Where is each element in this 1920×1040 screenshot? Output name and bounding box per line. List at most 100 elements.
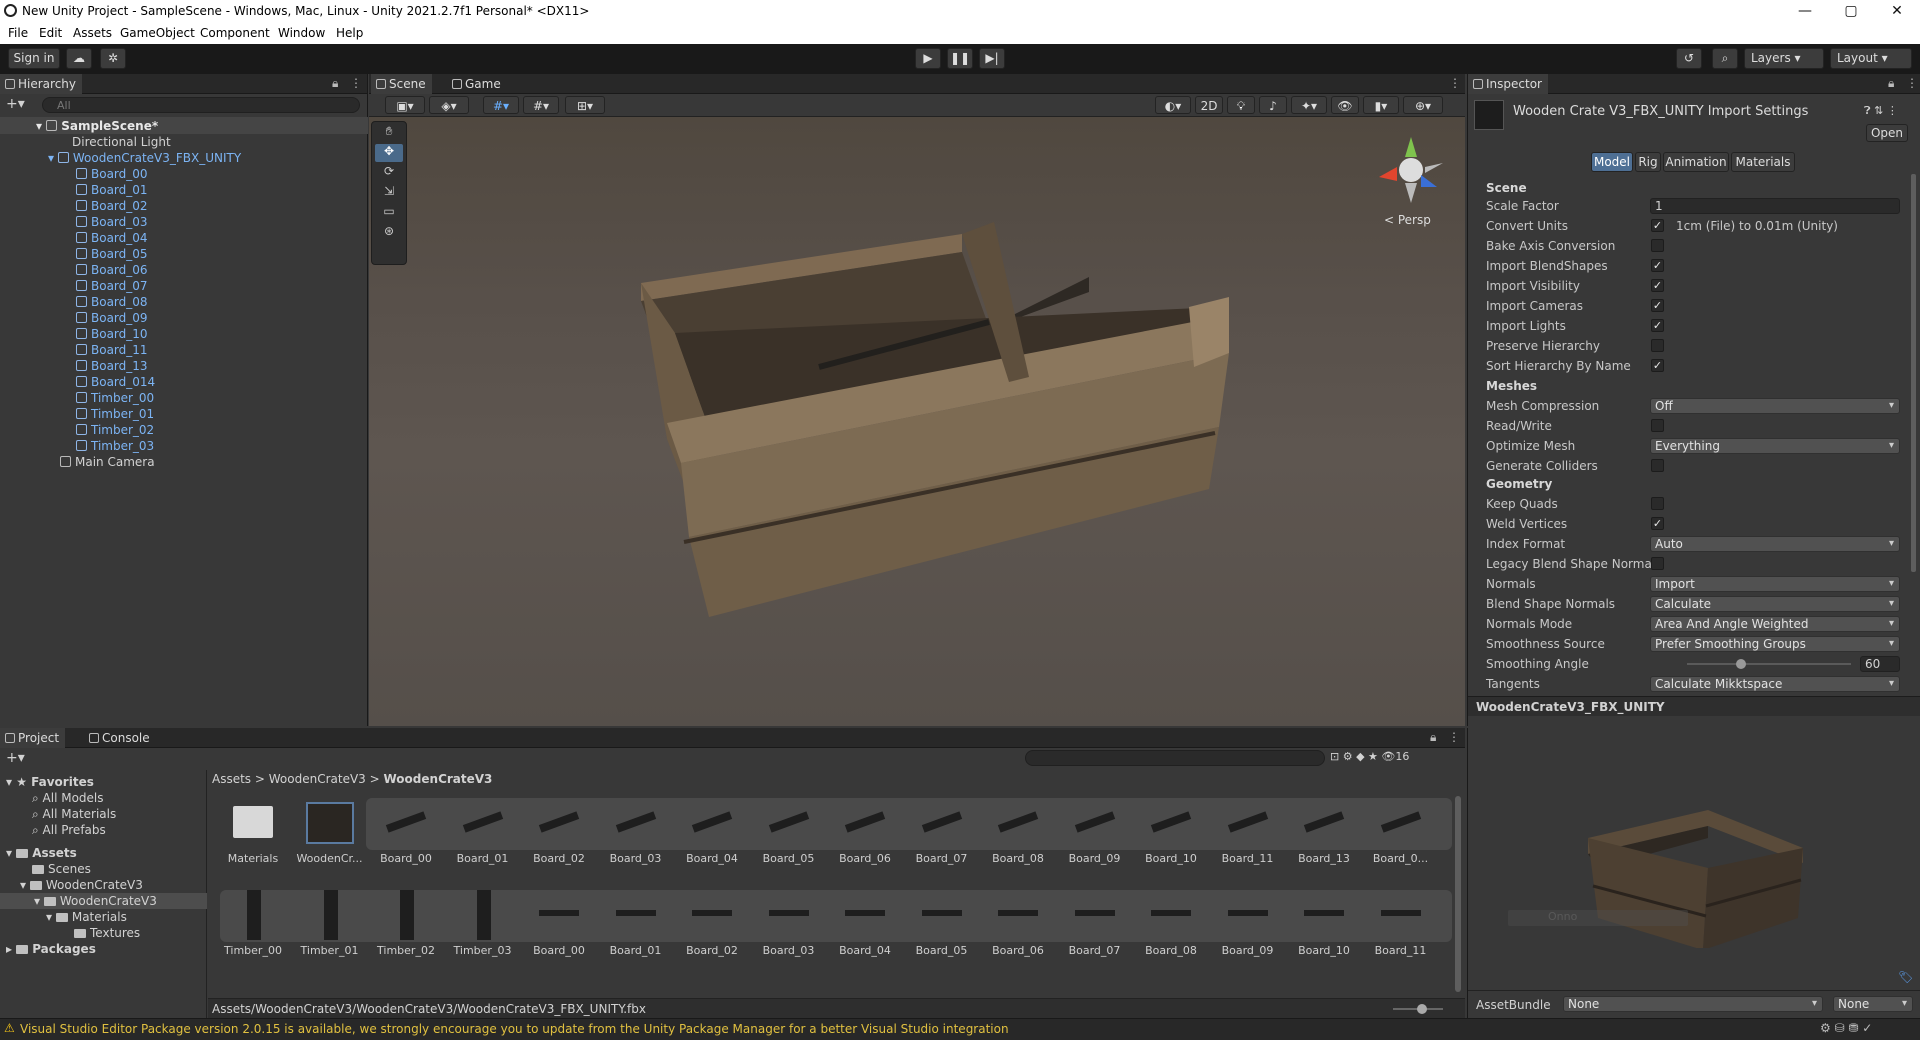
visibility-icon[interactable]: 👁︎ — [1331, 96, 1359, 114]
add-icon[interactable]: +▾ — [6, 750, 25, 766]
menu-window[interactable]: Window — [278, 26, 325, 40]
kebab-menu-icon[interactable]: ⋮ — [350, 77, 362, 89]
tab-rig[interactable]: Rig — [1635, 152, 1661, 172]
favorites-header[interactable]: ▾ ★ Favorites — [6, 774, 94, 790]
hierarchy-item[interactable]: Board_07 — [76, 278, 148, 294]
ruler-icon[interactable]: ⊞▾ — [565, 96, 605, 114]
tab-project[interactable]: Project — [0, 728, 66, 748]
tree-item[interactable]: ▾ Materials — [46, 909, 127, 925]
read-write-checkbox[interactable] — [1651, 419, 1664, 432]
weld-vertices-checkbox[interactable]: ✓ — [1651, 517, 1664, 530]
draw-mode-icon[interactable]: ▣▾ — [385, 96, 425, 114]
move-tool-icon[interactable]: ✥ — [375, 144, 403, 162]
add-icon[interactable]: +▾ — [6, 96, 25, 112]
hierarchy-item[interactable]: Board_014 — [76, 374, 155, 390]
asset-item[interactable]: Board_01 — [448, 798, 518, 865]
lock-icon[interactable]: 🔒︎ — [1430, 731, 1436, 743]
hierarchy-item[interactable]: Main Camera — [60, 454, 155, 470]
hierarchy-item[interactable]: Board_01 — [76, 182, 148, 198]
effects-icon[interactable]: ✦▾ — [1291, 96, 1327, 114]
hierarchy-item[interactable]: Board_02 — [76, 198, 148, 214]
asset-item[interactable]: Timber_00 — [218, 890, 288, 957]
menu-help[interactable]: Help — [336, 26, 363, 40]
slider-thumb[interactable] — [1417, 1004, 1427, 1014]
menu-assets[interactable]: Assets — [73, 26, 112, 40]
smoothing-angle-input[interactable]: 60 — [1860, 656, 1900, 672]
hierarchy-item[interactable]: Board_04 — [76, 230, 148, 246]
hierarchy-item[interactable]: Directional Light — [72, 134, 171, 150]
step-icon[interactable]: ▶| — [979, 48, 1005, 69]
index-format-dropdown[interactable]: Auto — [1650, 536, 1900, 552]
tab-animation[interactable]: Animation — [1663, 152, 1729, 172]
asset-item[interactable]: Board_04 — [677, 798, 747, 865]
icon-size-slider[interactable] — [1393, 1004, 1443, 1014]
kebab-menu-icon[interactable]: ⋮ — [1448, 731, 1460, 743]
bake-axis-checkbox[interactable] — [1651, 239, 1664, 252]
open-button[interactable]: Open — [1866, 124, 1908, 142]
fav-item[interactable]: ⌕ All Models — [32, 790, 104, 806]
lighting-icon[interactable]: 💡︎ — [1227, 96, 1255, 114]
import-cameras-checkbox[interactable]: ✓ — [1651, 299, 1664, 312]
snap-increment-icon[interactable]: #▾ — [523, 96, 559, 114]
normals-dropdown[interactable]: Import — [1650, 576, 1900, 592]
asset-item[interactable]: Board_0... — [1366, 798, 1436, 865]
play-icon[interactable]: ▶ — [915, 48, 941, 69]
asset-item[interactable]: WoodenCr... — [295, 798, 365, 865]
asset-item[interactable]: Board_07 — [907, 798, 977, 865]
asset-item[interactable]: Board_09 — [1060, 798, 1130, 865]
asset-item[interactable]: Materials — [218, 798, 288, 865]
hierarchy-item[interactable]: Timber_03 — [76, 438, 154, 454]
status-message[interactable]: Visual Studio Editor Package version 2.0… — [20, 1022, 1009, 1036]
slider-thumb[interactable] — [1736, 659, 1747, 669]
close-button[interactable]: ✕ — [1874, 0, 1920, 24]
assets-folder[interactable]: ▾ Assets — [6, 845, 77, 861]
generate-colliders-checkbox[interactable] — [1651, 459, 1664, 472]
legacy-blend-checkbox[interactable] — [1651, 557, 1664, 570]
tree-item[interactable]: ▾ WoodenCrateV3 — [20, 877, 143, 893]
collab-icon[interactable]: ✲ — [100, 48, 126, 69]
hierarchy-item[interactable]: Board_13 — [76, 358, 148, 374]
tab-hierarchy[interactable]: Hierarchy — [0, 74, 83, 94]
rotate-tool-icon[interactable]: ⟳ — [375, 164, 403, 182]
minimize-button[interactable]: — — [1782, 0, 1828, 24]
scene-name[interactable]: ▾ SampleScene* — [36, 118, 158, 134]
scale-factor-input[interactable]: 1 — [1650, 198, 1900, 214]
menu-edit[interactable]: Edit — [39, 26, 62, 40]
packages-folder[interactable]: ▸ Packages — [6, 941, 96, 957]
hierarchy-item[interactable]: Board_10 — [76, 326, 148, 342]
asset-item[interactable]: Board_02 — [677, 890, 747, 957]
asset-item[interactable]: Board_05 — [754, 798, 824, 865]
asset-item[interactable]: Timber_02 — [371, 890, 441, 957]
asset-item[interactable]: Board_06 — [830, 798, 900, 865]
inspector-scrollbar[interactable] — [1911, 174, 1916, 572]
hierarchy-item[interactable]: Timber_02 — [76, 422, 154, 438]
status-icons[interactable]: ⚙ ⛁ ⛃ ✓ — [1820, 1021, 1872, 1035]
pause-icon[interactable]: ❚❚ — [947, 48, 973, 69]
kebab-menu-icon[interactable]: ⋮ — [1449, 77, 1461, 89]
asset-item[interactable]: Board_03 — [601, 798, 671, 865]
help-icon[interactable]: ❓︎ ⇅ ⋮ — [1864, 104, 1914, 118]
browser-scrollbar[interactable] — [1455, 796, 1461, 992]
layout-dropdown[interactable]: Layout ▾ — [1830, 48, 1912, 69]
asset-item[interactable]: Board_05 — [907, 890, 977, 957]
normals-mode-dropdown[interactable]: Area And Angle Weighted — [1650, 616, 1900, 632]
search-icon[interactable]: ⌕ — [1712, 48, 1738, 69]
projection-label[interactable]: < Persp — [1384, 213, 1431, 227]
project-search-input[interactable] — [1025, 750, 1325, 766]
preserve-hierarchy-checkbox[interactable] — [1651, 339, 1664, 352]
scale-tool-icon[interactable]: ⇲ — [375, 184, 403, 202]
hierarchy-item[interactable]: Timber_01 — [76, 406, 154, 422]
asset-item[interactable]: Board_00 — [371, 798, 441, 865]
blend-shape-normals-dropdown[interactable]: Calculate — [1650, 596, 1900, 612]
hierarchy-item[interactable]: Board_03 — [76, 214, 148, 230]
hierarchy-item[interactable]: Board_05 — [76, 246, 148, 262]
hierarchy-item[interactable]: Board_08 — [76, 294, 148, 310]
fav-item[interactable]: ⌕ All Prefabs — [32, 822, 106, 838]
tab-materials[interactable]: Materials — [1731, 152, 1795, 172]
tag-icon[interactable]: 🏷︎ — [1898, 970, 1913, 984]
rect-tool-icon[interactable]: ▭ — [375, 204, 403, 222]
maximize-button[interactable]: ▢ — [1828, 0, 1874, 24]
gizmos-icon[interactable]: ⊕▾ — [1403, 96, 1443, 114]
layers-dropdown[interactable]: Layers ▾ — [1744, 48, 1824, 69]
orientation-icon[interactable]: ◐▾ — [1155, 96, 1191, 114]
